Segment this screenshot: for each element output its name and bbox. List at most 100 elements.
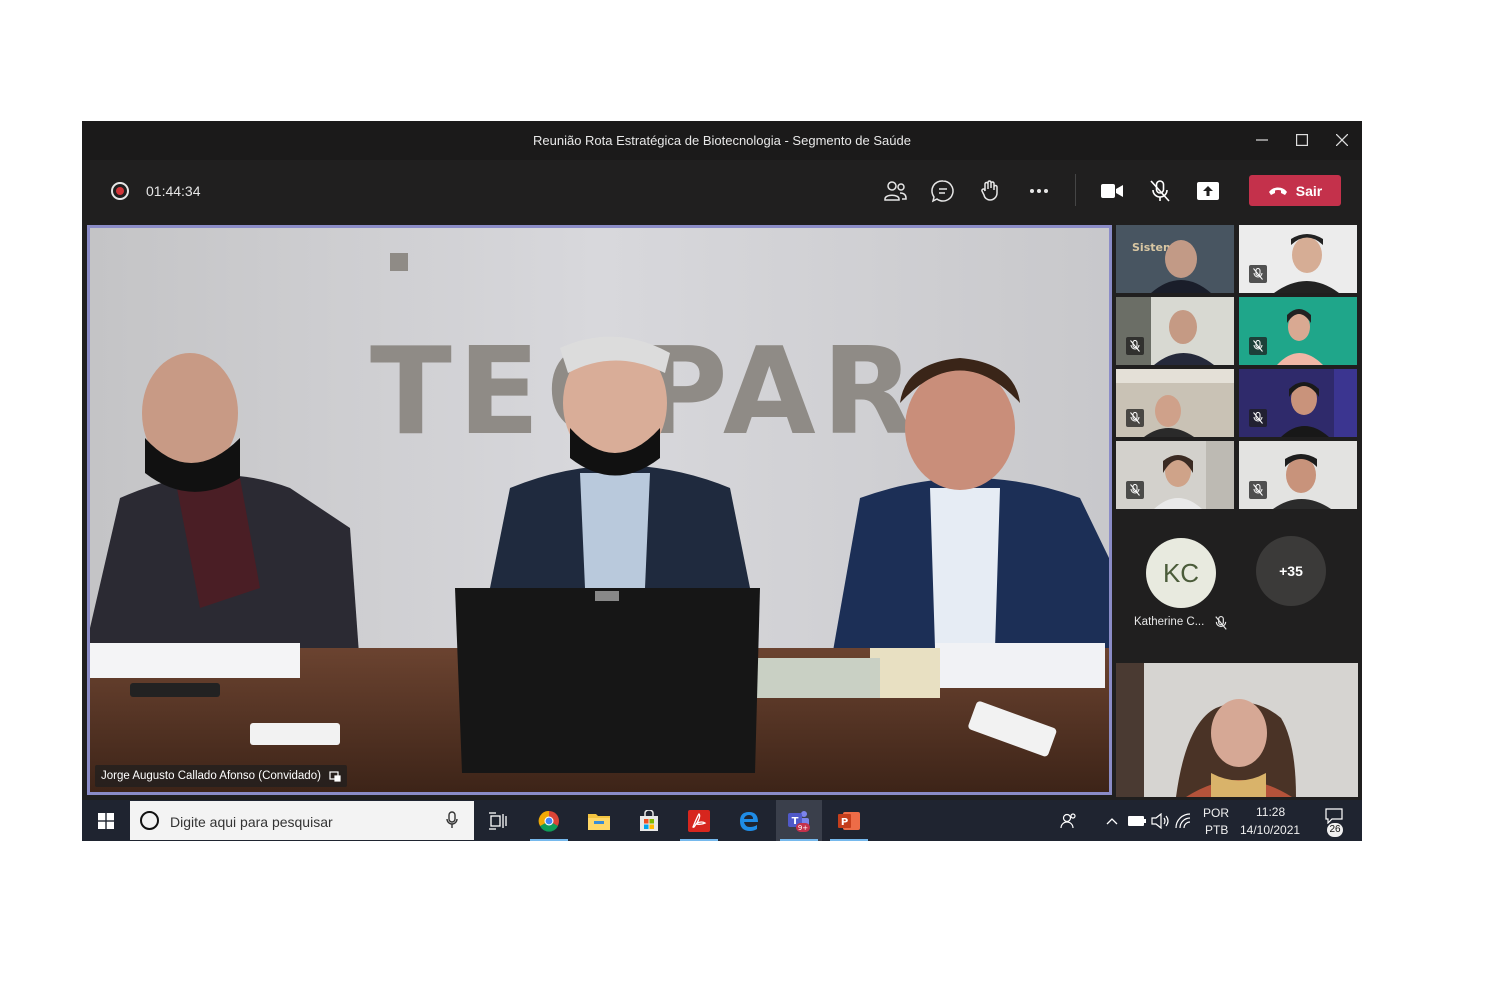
recording-icon [111,182,129,200]
clock-date[interactable]: 14/10/2021 [1240,823,1300,837]
tile-mic-off [1249,337,1267,355]
minimize-button[interactable] [1247,127,1277,153]
participant-tile-2[interactable] [1239,225,1357,293]
raise-hand-button[interactable] [976,176,1006,206]
mic-off-icon [1130,484,1140,496]
participant-tile-5[interactable] [1116,369,1234,437]
raise-hand-icon [981,180,998,201]
mic-off-icon [1253,484,1263,496]
notification-icon [1325,807,1343,824]
mic-off-icon [1253,340,1263,352]
close-button[interactable] [1327,127,1357,153]
hangup-icon [1268,187,1287,195]
volume-icon [1151,812,1169,829]
acrobat-button[interactable] [676,800,722,841]
notification-count: 26 [1327,823,1343,837]
edge-button[interactable] [726,800,772,841]
speaker-name: Jorge Augusto Callado Afonso (Convidado) [101,770,321,782]
participants-button[interactable] [880,176,910,206]
teams-icon: T 9+ [788,810,810,832]
participant-video-1: Sistem Fi [1116,225,1234,293]
show-hidden-icons-button[interactable] [1102,800,1122,841]
wifi-icon [1175,812,1191,828]
teams-window: Reunião Rota Estratégica de Biotecnologi… [82,121,1362,841]
participant-tile-6[interactable] [1239,369,1357,437]
microphone-icon[interactable] [446,811,458,829]
share-button[interactable] [1193,176,1223,206]
pin-icon [329,771,341,782]
file-explorer-button[interactable] [576,800,622,841]
microphone-button[interactable] [1145,176,1175,206]
battery-icon [1128,815,1146,826]
mic-off-icon [1215,616,1227,630]
meeting-control-bar: 01:44:34 Sair [82,160,1362,222]
active-indicator [680,839,718,841]
people-icon [884,181,907,201]
main-video[interactable]: TECPAR [87,225,1112,795]
store-button[interactable] [626,800,672,841]
chat-icon [931,180,954,203]
close-icon [1335,133,1349,147]
battery-button[interactable] [1125,800,1149,841]
speaker-name-tag: Jorge Augusto Callado Afonso (Convidado) [95,765,347,787]
chevron-up-icon [1106,817,1118,824]
edge-icon [740,811,758,831]
participant-avatar[interactable]: KC [1146,538,1216,608]
avatar-participant-name: Katherine C... [1134,616,1205,628]
teams-button[interactable]: T 9+ [776,800,822,841]
leave-label: Sair [1295,182,1323,199]
teams-badge: 9+ [798,824,808,832]
taskbar-search[interactable]: Digite aqui para pesquisar [130,801,474,840]
store-icon [640,809,658,831]
task-view-icon [489,811,507,830]
minimize-icon [1256,139,1268,141]
people-tray-button[interactable] [1054,800,1084,841]
acrobat-icon [688,809,710,832]
more-icon [1030,189,1048,193]
task-view-button[interactable] [475,800,521,841]
start-button[interactable] [82,800,130,841]
people-tray-icon [1060,812,1076,828]
mic-off-icon [1130,412,1140,424]
tile-mic-off [1126,337,1144,355]
windows-taskbar: Digite aqui para pesquisar T 9+ P POR PT… [82,800,1362,841]
powerpoint-button[interactable]: P [826,800,872,841]
share-icon [1197,182,1219,200]
participant-tile-1[interactable]: Sistem Fi [1116,225,1234,293]
cortana-icon [140,811,159,830]
chrome-taskbar-button[interactable] [526,800,572,841]
self-view-image [1116,663,1358,797]
participant-tile-7[interactable] [1116,441,1234,509]
chat-button[interactable] [928,176,958,206]
more-actions-button[interactable] [1024,176,1054,206]
clock-time[interactable]: 11:28 [1256,805,1285,819]
camera-button[interactable] [1097,176,1127,206]
more-participants-button[interactable]: +35 [1256,536,1326,606]
self-view-video[interactable] [1116,663,1358,797]
tile-mic-off [1249,265,1267,283]
active-indicator [530,839,568,841]
mic-off-icon [1253,268,1263,280]
window-title: Reunião Rota Estratégica de Biotecnologi… [533,133,911,148]
tile-mic-off [1126,409,1144,427]
avatar-mic-off [1215,616,1227,635]
camera-icon [1101,184,1123,198]
language-code[interactable]: POR [1203,806,1229,820]
maximize-button[interactable] [1287,127,1317,153]
participant-tile-4[interactable] [1239,297,1357,365]
active-indicator [780,839,818,841]
participant-tile-8[interactable] [1239,441,1357,509]
participant-tile-3[interactable] [1116,297,1234,365]
svg-text:P: P [841,817,848,828]
meeting-timer: 01:44:34 [146,183,201,199]
mic-off-icon [1150,180,1170,202]
leave-button[interactable]: Sair [1249,175,1341,206]
keyboard-layout[interactable]: PTB [1205,823,1228,837]
maximize-icon [1296,134,1309,147]
network-button[interactable] [1172,800,1196,841]
volume-button[interactable] [1148,800,1172,841]
title-bar: Reunião Rota Estratégica de Biotecnologi… [82,121,1362,160]
chrome-icon [538,810,559,832]
control-divider [1075,174,1076,206]
search-placeholder: Digite aqui para pesquisar [170,814,333,830]
